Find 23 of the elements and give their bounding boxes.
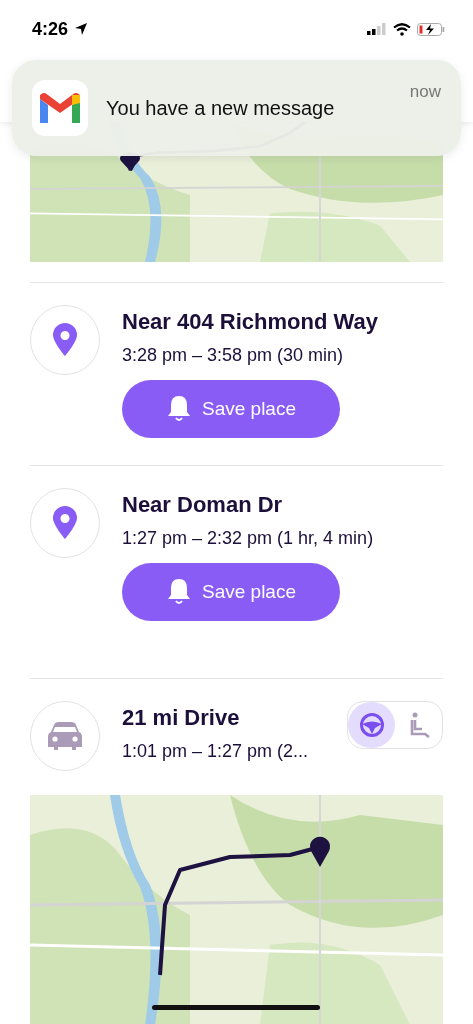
stop-title: 21 mi Drive: [122, 705, 241, 731]
status-time: 4:26: [32, 18, 69, 40]
save-place-button[interactable]: Save place: [122, 380, 340, 438]
time-range: 3:28 pm – 3:58 pm (30 min): [122, 345, 345, 366]
save-place-button[interactable]: Save place: [122, 563, 340, 621]
stop-title: Near 404 Richmond Way: [122, 309, 379, 335]
car-icon: [47, 721, 83, 751]
location-pin-icon: [52, 506, 78, 540]
time-range: 1:01 pm – 1:27 pm (2...: [122, 741, 310, 762]
time-range: 1:27 pm – 2:32 pm (1 hr, 4 min): [122, 528, 375, 549]
notification-time: now: [409, 82, 441, 102]
stop-title: Near Doman Dr: [122, 492, 284, 518]
wifi-icon: [393, 22, 411, 36]
signal-icon: [367, 23, 387, 35]
driver-mode-button[interactable]: [348, 702, 395, 748]
location-arrow-icon: [74, 22, 89, 36]
notification-message: You have a new message: [106, 96, 336, 120]
location-pin-icon: [52, 323, 78, 357]
steering-wheel-icon: [358, 712, 385, 738]
app-icon: [32, 80, 88, 136]
bell-icon: [166, 578, 192, 606]
battery-charging-icon: [417, 22, 445, 36]
bell-icon: [166, 395, 192, 423]
